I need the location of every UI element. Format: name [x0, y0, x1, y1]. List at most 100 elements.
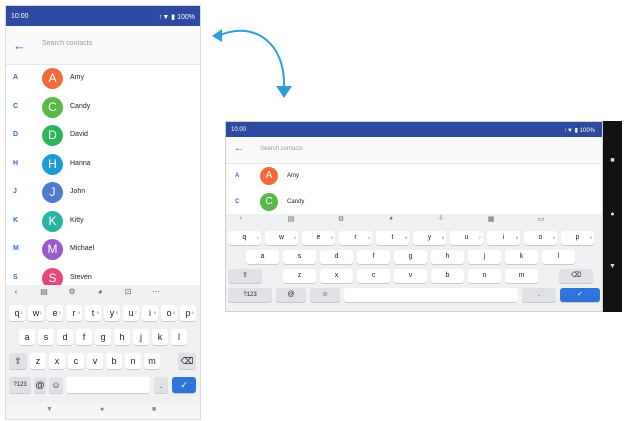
key-o[interactable]: o9	[161, 305, 177, 321]
key-v[interactable]: v	[394, 269, 427, 283]
list-item[interactable]: A A Amy	[226, 164, 602, 190]
back-arrow-icon[interactable]: ←	[234, 143, 244, 154]
keyboard-toolbar-icon[interactable]: ‹	[9, 287, 23, 296]
keyboard-toolbar-icon[interactable]: ▤	[37, 287, 51, 296]
search-input[interactable]: Search contacts	[42, 40, 92, 47]
emoji-key[interactable]: ☺	[49, 377, 63, 393]
key-q[interactable]: q1	[9, 305, 25, 321]
keyboard-toolbar-icon[interactable]: ▦	[484, 215, 498, 223]
key-z[interactable]: z	[283, 269, 316, 283]
key-r[interactable]: r4	[339, 231, 372, 245]
key-t[interactable]: t5	[85, 305, 101, 321]
key-u[interactable]: u7	[123, 305, 139, 321]
key-w[interactable]: w2	[28, 305, 44, 321]
keyboard-toolbar-icon[interactable]: ⚙	[65, 287, 79, 296]
space-key[interactable]	[344, 288, 518, 302]
symbols-key[interactable]: ?123	[9, 377, 31, 393]
list-item[interactable]: K K Kitty	[6, 207, 200, 236]
home-nav-icon[interactable]: ●	[100, 406, 104, 413]
keyboard-toolbar-icon[interactable]: ‹	[234, 215, 248, 222]
key-v[interactable]: v	[87, 353, 103, 369]
shift-key[interactable]: ⇧	[228, 269, 262, 283]
back-nav-icon[interactable]: ▼	[603, 263, 622, 270]
period-key[interactable]: .	[522, 288, 556, 302]
enter-key[interactable]: ✓	[560, 288, 600, 302]
key-s[interactable]: s	[38, 329, 54, 345]
period-key[interactable]: .	[154, 377, 168, 393]
at-key[interactable]: @	[276, 288, 306, 302]
keyboard-toolbar-icon[interactable]: ·I·	[434, 215, 448, 222]
home-nav-icon[interactable]: ●	[603, 211, 622, 218]
key-j[interactable]: j	[468, 250, 501, 264]
emoji-key[interactable]: ☺	[310, 288, 340, 302]
list-item[interactable]: C C Candy	[6, 93, 200, 122]
key-a[interactable]: a	[246, 250, 279, 264]
keyboard-toolbar-icon[interactable]: ▭	[534, 215, 548, 223]
key-s[interactable]: s	[283, 250, 316, 264]
key-i[interactable]: i8	[487, 231, 520, 245]
key-m[interactable]: m	[505, 269, 538, 283]
symbols-key[interactable]: ?123	[228, 288, 272, 302]
key-k[interactable]: k	[152, 329, 168, 345]
key-j[interactable]: j	[133, 329, 149, 345]
keyboard-toolbar-icon[interactable]: ▤	[284, 215, 298, 223]
key-o[interactable]: o9	[524, 231, 557, 245]
key-n[interactable]: n	[125, 353, 141, 369]
keyboard-toolbar-icon[interactable]: ⊡	[121, 287, 135, 296]
key-x[interactable]: x	[49, 353, 65, 369]
key-g[interactable]: g	[95, 329, 111, 345]
key-h[interactable]: h	[114, 329, 130, 345]
key-p[interactable]: p0	[561, 231, 594, 245]
key-a[interactable]: a	[19, 329, 35, 345]
key-t[interactable]: t5	[376, 231, 409, 245]
key-r[interactable]: r4	[66, 305, 82, 321]
key-b[interactable]: b	[106, 353, 122, 369]
key-l[interactable]: l	[171, 329, 187, 345]
keyboard-toolbar-icon[interactable]: ⋯	[149, 287, 163, 296]
key-b[interactable]: b	[431, 269, 464, 283]
key-x[interactable]: x	[320, 269, 353, 283]
delete-key[interactable]: ⌫	[178, 353, 196, 369]
key-e[interactable]: e3	[47, 305, 63, 321]
back-arrow-icon[interactable]: ←	[13, 38, 26, 53]
list-item[interactable]: D D David	[6, 121, 200, 150]
key-l[interactable]: l	[542, 250, 575, 264]
key-n[interactable]: n	[468, 269, 501, 283]
keyboard-toolbar-icon[interactable]: ◕	[93, 287, 107, 296]
key-d[interactable]: d	[57, 329, 73, 345]
key-k[interactable]: k	[505, 250, 538, 264]
key-i[interactable]: i8	[142, 305, 158, 321]
key-u[interactable]: u7	[450, 231, 483, 245]
key-e[interactable]: e3	[302, 231, 335, 245]
key-f[interactable]: f	[357, 250, 390, 264]
space-key[interactable]	[66, 377, 150, 393]
recents-nav-icon[interactable]: ■	[152, 406, 156, 413]
key-p[interactable]: p0	[180, 305, 196, 321]
key-c[interactable]: c	[357, 269, 390, 283]
key-g[interactable]: g	[394, 250, 427, 264]
keyboard-toolbar-icon[interactable]: ◕	[384, 215, 398, 222]
at-key[interactable]: @	[34, 377, 46, 393]
list-item[interactable]: C C Candy	[226, 190, 602, 216]
key-m[interactable]: m	[144, 353, 160, 369]
list-item[interactable]: M M Michael	[6, 235, 200, 264]
list-item[interactable]: H H Hanna	[6, 150, 200, 179]
enter-key[interactable]: ✓	[172, 377, 196, 393]
key-z[interactable]: z	[30, 353, 46, 369]
key-d[interactable]: d	[320, 250, 353, 264]
key-h[interactable]: h	[431, 250, 464, 264]
keyboard-toolbar-icon[interactable]: ⚙	[334, 215, 348, 223]
list-item[interactable]: J J John	[6, 178, 200, 207]
key-y[interactable]: y6	[413, 231, 446, 245]
delete-key[interactable]: ⌫	[559, 269, 593, 283]
list-item[interactable]: A A Amy	[6, 64, 200, 93]
key-y[interactable]: y6	[104, 305, 120, 321]
back-nav-icon[interactable]: ▼	[46, 406, 53, 413]
key-c[interactable]: c	[68, 353, 84, 369]
recents-nav-icon[interactable]: ■	[603, 157, 622, 164]
key-f[interactable]: f	[76, 329, 92, 345]
search-input[interactable]: Search contacts	[260, 146, 303, 152]
key-w[interactable]: w2	[265, 231, 298, 245]
shift-key[interactable]: ⇧	[9, 353, 27, 369]
key-q[interactable]: q1	[228, 231, 261, 245]
